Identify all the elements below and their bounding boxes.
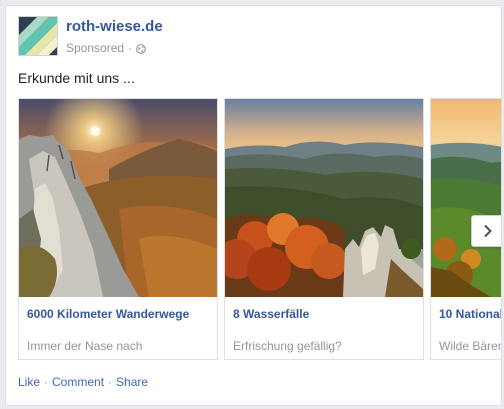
carousel-card[interactable]: 8 Wasserfälle Erfrischung gefällig? — [224, 98, 424, 360]
carousel-card-subtitle: Erfrischung gefällig? — [233, 339, 342, 353]
globe-icon[interactable] — [136, 43, 146, 54]
page-logo-icon — [19, 17, 57, 55]
sponsored-post-card: roth-wiese.de Sponsored · Erkunde mit un… — [5, 5, 502, 406]
carousel-card-title[interactable]: 8 Wasserfälle — [233, 307, 309, 321]
carousel-card-subtitle: Wilde Bären — [439, 339, 502, 353]
chevron-right-icon — [483, 224, 492, 238]
sponsored-label[interactable]: Sponsored — [66, 41, 124, 55]
like-link[interactable]: Like — [18, 375, 40, 389]
actions-separator: · — [44, 375, 49, 389]
comment-link[interactable]: Comment — [52, 375, 104, 389]
post-actions: Like · Comment · Share — [18, 375, 148, 389]
share-link[interactable]: Share — [116, 375, 148, 389]
carousel-card-title[interactable]: 6000 Kilometer Wanderwege — [27, 307, 189, 321]
actions-separator: · — [108, 375, 113, 389]
carousel-card-title[interactable]: 10 Nationalparks — [439, 307, 501, 321]
carousel-card[interactable]: 6000 Kilometer Wanderwege Immer der Nase… — [18, 98, 218, 360]
carousel-image-green-hills[interactable] — [431, 99, 501, 297]
carousel: 6000 Kilometer Wanderwege Immer der Nase… — [18, 98, 502, 360]
carousel-image-mountain-cliff[interactable] — [19, 99, 217, 297]
carousel-image-autumn-valley[interactable] — [225, 99, 423, 297]
post-text: Erkunde mit uns ... — [18, 70, 135, 86]
carousel-card-subtitle: Immer der Nase nach — [27, 339, 143, 353]
page-avatar[interactable] — [18, 16, 58, 56]
meta-separator: · — [128, 41, 133, 55]
carousel-next-button[interactable] — [471, 215, 501, 247]
post-meta: Sponsored · — [66, 41, 146, 55]
page-name-link[interactable]: roth-wiese.de — [66, 18, 163, 35]
